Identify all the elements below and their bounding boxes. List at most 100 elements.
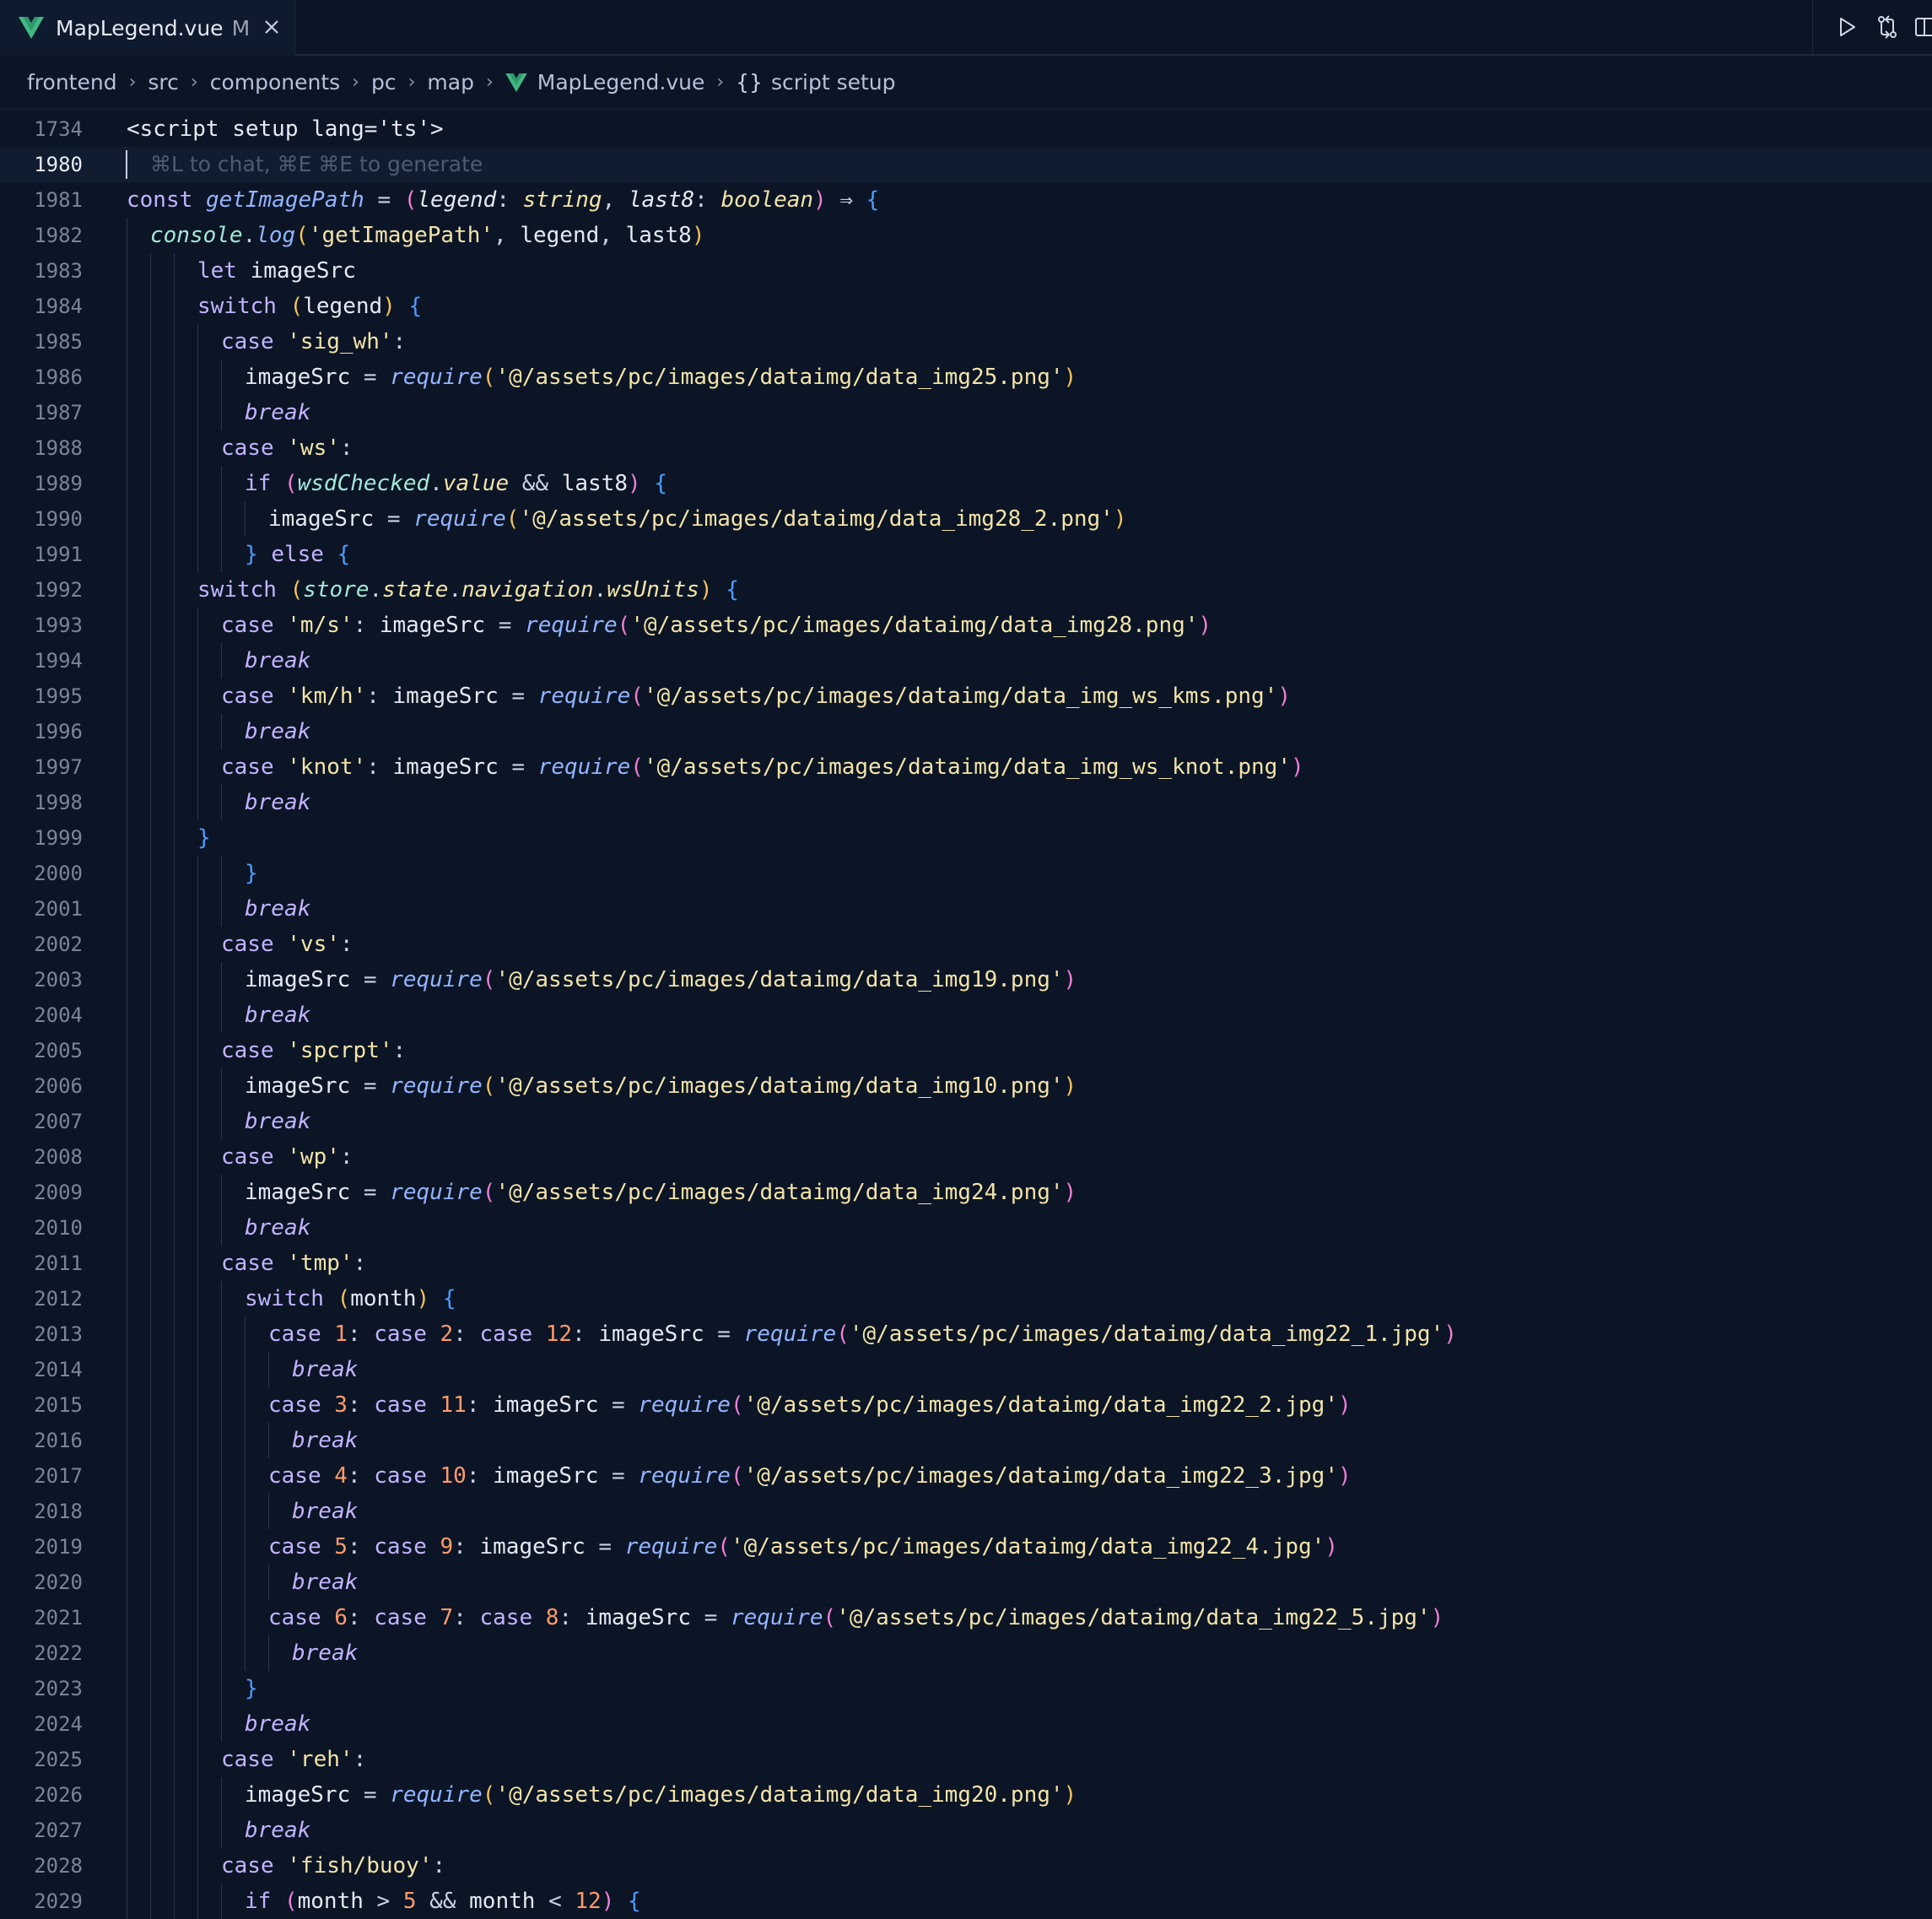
code-line[interactable]: 2019 case 5: case 9: imageSrc = require('… — [0, 1529, 1932, 1565]
code-line[interactable]: 1990 imageSrc = require('@/assets/pc/imag… — [0, 501, 1932, 537]
indent-guide — [174, 324, 175, 359]
run-icon[interactable] — [1833, 14, 1860, 41]
code-text: case 3: case 11: imageSrc = require('@/a… — [268, 1392, 1352, 1418]
ai-hint: ⌘L to chat, ⌘E ⌘E to generate — [150, 152, 483, 176]
split-editor-icon[interactable] — [1913, 14, 1932, 41]
code-line[interactable]: 2012 switch (month) { — [0, 1281, 1932, 1316]
indent-guide — [245, 1600, 246, 1635]
indent-guide — [245, 501, 246, 537]
code-line[interactable]: 2009 imageSrc = require('@/assets/pc/imag… — [0, 1175, 1932, 1210]
code-line[interactable]: 1987 break — [0, 395, 1932, 430]
code-text: imageSrc = require('@/assets/pc/images/d… — [245, 1782, 1077, 1808]
code-line[interactable]: 1986 imageSrc = require('@/assets/pc/imag… — [0, 359, 1932, 395]
code-line[interactable]: 1991} else { — [0, 537, 1932, 572]
indent-guide — [221, 1458, 222, 1494]
code-line[interactable]: 1998 break — [0, 785, 1932, 820]
code-line[interactable]: 2001 break — [0, 891, 1932, 927]
code-line[interactable]: 2027 break — [0, 1813, 1932, 1848]
breadcrumb-item-file[interactable]: MapLegend.vue — [537, 70, 705, 95]
code-line[interactable]: 2008 case 'wp': — [0, 1139, 1932, 1175]
line-number: 1994 — [34, 649, 83, 673]
code-line[interactable]: 1995 case 'km/h': imageSrc = require('@/a… — [0, 678, 1932, 714]
code-line[interactable]: 1981 const getImagePath = (legend: string… — [0, 182, 1932, 218]
indent-guide — [197, 1848, 198, 1884]
code-line[interactable]: 2002 case 'vs': — [0, 927, 1932, 962]
code-line[interactable]: 1983 let imageSrc — [0, 253, 1932, 289]
indent-guide — [221, 1529, 222, 1565]
code-line[interactable]: 2026 imageSrc = require('@/assets/pc/imag… — [0, 1777, 1932, 1813]
code-line[interactable]: 2014 break — [0, 1352, 1932, 1387]
code-line[interactable]: 2018 break — [0, 1494, 1932, 1529]
breadcrumb-item-src[interactable]: src — [148, 70, 179, 95]
line-number: 1993 — [34, 614, 83, 637]
code-text: break — [292, 1357, 359, 1382]
code-line[interactable]: 2028 case 'fish/buoy': — [0, 1848, 1932, 1884]
code-line[interactable]: 2006 imageSrc = require('@/assets/pc/imag… — [0, 1068, 1932, 1104]
code-line[interactable]: 2003 imageSrc = require('@/assets/pc/imag… — [0, 962, 1932, 997]
code-line[interactable]: 1999} — [0, 820, 1932, 856]
code-line[interactable]: 2022 break — [0, 1635, 1932, 1671]
code-line[interactable]: 2029 if (month > 5 && month < 12) { — [0, 1884, 1932, 1919]
code-line[interactable]: 1982 console.log('getImagePath', legend, … — [0, 218, 1932, 253]
line-number: 2020 — [34, 1570, 83, 1594]
indent-guide — [221, 1635, 222, 1671]
line-number: 1982 — [34, 224, 83, 247]
line-number: 2009 — [34, 1181, 83, 1204]
code-line[interactable]: 2021 case 6: case 7: case 8: imageSrc = r… — [0, 1600, 1932, 1635]
code-line[interactable]: 2024 break — [0, 1706, 1932, 1742]
code-line[interactable]: 2017 case 4: case 10: imageSrc = require(… — [0, 1458, 1932, 1494]
code-line[interactable]: 1997 case 'knot': imageSrc = require('@/a… — [0, 749, 1932, 785]
code-line[interactable]: 1984 switch (legend) { — [0, 289, 1932, 324]
code-text: case 'tmp': — [221, 1251, 367, 1276]
code-line[interactable]: 2010 break — [0, 1210, 1932, 1246]
breadcrumb-item-frontend[interactable]: frontend — [27, 70, 117, 95]
breadcrumb-item-symbol[interactable]: script setup — [771, 70, 896, 95]
code-line[interactable]: 2015 case 3: case 11: imageSrc = require(… — [0, 1387, 1932, 1423]
code-text: if (month > 5 && month < 12) { — [245, 1889, 641, 1914]
indent-guide — [150, 1600, 151, 1635]
code-line[interactable]: 2013 case 1: case 2: case 12: imageSrc = … — [0, 1316, 1932, 1352]
code-line[interactable]: 1988 case 'ws': — [0, 430, 1932, 466]
code-line[interactable]: 1993 case 'm/s': imageSrc = require('@/as… — [0, 608, 1932, 643]
indent-guide — [197, 430, 198, 466]
code-line[interactable]: 2011 case 'tmp': — [0, 1246, 1932, 1281]
close-icon[interactable] — [262, 17, 282, 37]
indent-guide — [197, 749, 198, 785]
indent-guide — [174, 1813, 175, 1848]
line-number: 2008 — [34, 1145, 83, 1169]
indent-guide — [174, 253, 175, 289]
code-text: imageSrc = require('@/assets/pc/images/d… — [245, 967, 1077, 992]
editor-tab[interactable]: MapLegend.vue M — [0, 0, 295, 56]
code-line[interactable]: 2020 break — [0, 1565, 1932, 1600]
code-line[interactable]: 2023} — [0, 1671, 1932, 1706]
code-text: break — [245, 1109, 311, 1134]
code-line[interactable]: 2007 break — [0, 1104, 1932, 1139]
line-number: 2023 — [34, 1677, 83, 1700]
indent-guide — [174, 1423, 175, 1458]
code-line[interactable]: 2005 case 'spcrpt': — [0, 1033, 1932, 1068]
code-line[interactable]: 2000} — [0, 856, 1932, 891]
code-line[interactable]: 1980 ⌘L to chat, ⌘E ⌘E to generate — [0, 147, 1932, 182]
indent-guide — [197, 643, 198, 678]
code-line[interactable]: 1989 if (wsdChecked.value && last8) { — [0, 466, 1932, 501]
breadcrumb-item-components[interactable]: components — [210, 70, 340, 95]
code-line[interactable]: 2016 break — [0, 1423, 1932, 1458]
indent-guide — [268, 1635, 269, 1671]
code-line[interactable]: 1734 <script setup lang='ts'> — [0, 111, 1932, 147]
breadcrumb-item-pc[interactable]: pc — [371, 70, 397, 95]
code-line[interactable]: 1996 break — [0, 714, 1932, 749]
code-editor[interactable]: 1734 <script setup lang='ts'> 1980 ⌘L to ch… — [0, 111, 1932, 1919]
indent-guide — [150, 1706, 151, 1742]
code-line[interactable]: 1994 break — [0, 643, 1932, 678]
indent-guide — [174, 1777, 175, 1813]
line-number: 1980 — [34, 153, 83, 176]
indent-guide — [150, 1387, 151, 1423]
code-text: console.log('getImagePath', legend, last… — [150, 223, 705, 248]
code-line[interactable]: 1985 case 'sig_wh': — [0, 324, 1932, 359]
code-line[interactable]: 2004 break — [0, 997, 1932, 1033]
source-control-compare-icon[interactable] — [1874, 14, 1901, 41]
code-line[interactable]: 1992 switch (store.state.navigation.wsUni… — [0, 572, 1932, 608]
line-number: 1985 — [34, 330, 83, 354]
breadcrumb-item-map[interactable]: map — [427, 70, 474, 95]
code-line[interactable]: 2025 case 'reh': — [0, 1742, 1932, 1777]
